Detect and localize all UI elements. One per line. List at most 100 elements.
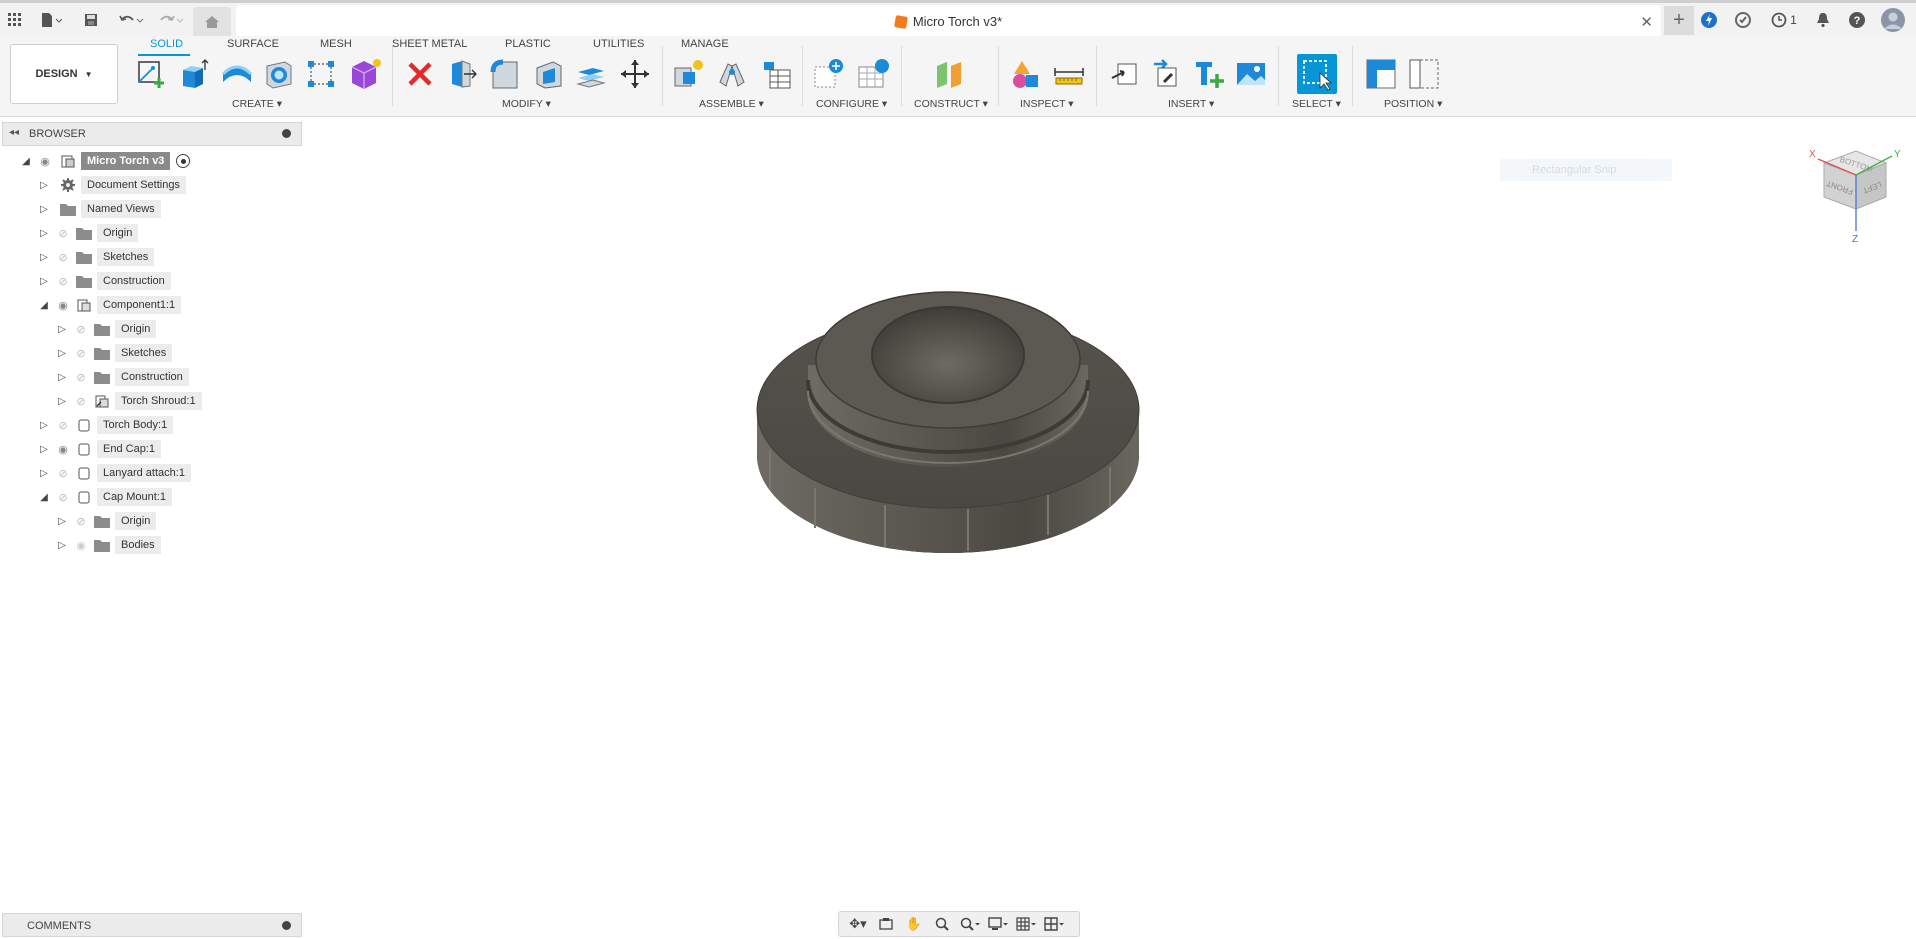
fit-zoom-icon[interactable]	[957, 914, 983, 934]
group-modify[interactable]: MODIFY ▾	[502, 98, 551, 110]
expand-triangle-icon[interactable]: ▷	[37, 466, 51, 480]
create-sketch-icon[interactable]	[133, 56, 169, 92]
undo-icon[interactable]	[114, 9, 148, 31]
visibility-eye-icon[interactable]: ◉	[73, 539, 89, 552]
job-status-icon[interactable]	[1732, 9, 1754, 31]
tree-item-torch-shroud[interactable]: ▷ ⊘ Torch Shroud:1	[55, 390, 202, 412]
tree-item-label[interactable]: Bodies	[115, 536, 161, 554]
tab-utilities[interactable]: UTILITIES	[593, 38, 644, 50]
select-tool-icon[interactable]	[1297, 54, 1337, 94]
visibility-eye-icon[interactable]: ◉	[55, 443, 71, 456]
activate-radio-icon[interactable]	[176, 154, 191, 168]
tree-item-label[interactable]: Document Settings	[81, 176, 186, 194]
grid-settings-icon[interactable]	[1013, 914, 1039, 934]
inspect-shapes-icon[interactable]	[1008, 56, 1044, 92]
tree-item-construction[interactable]: ▷ ⊘ Construction	[37, 270, 171, 292]
expand-triangle-icon[interactable]: ▷	[55, 394, 69, 408]
tree-item-torch-body[interactable]: ▷ ⊘ Torch Body:1	[37, 414, 174, 436]
expand-triangle-icon[interactable]: ▷	[37, 202, 51, 216]
tree-item-end-cap[interactable]: ▷ ◉ End Cap:1	[37, 438, 161, 460]
document-tab[interactable]: Micro Torch v3* ✕	[236, 5, 1661, 39]
insert-derive-icon[interactable]	[1106, 56, 1142, 92]
delete-icon[interactable]	[402, 56, 438, 92]
hidden-eye-icon[interactable]: ⊘	[55, 419, 71, 432]
insert-mcmaster-icon[interactable]	[1190, 56, 1226, 92]
group-position[interactable]: POSITION ▾	[1384, 98, 1442, 110]
tree-root[interactable]: ◢ ◉ Micro Torch v3	[19, 150, 191, 172]
tree-item-document-settings[interactable]: ▷ Document Settings	[37, 174, 186, 196]
configuration-table-icon[interactable]	[855, 56, 891, 92]
expand-triangle-icon[interactable]: ▷	[55, 346, 69, 360]
pan-hand-icon[interactable]: ✋	[901, 914, 927, 934]
expand-triangle-icon[interactable]: ▷	[55, 370, 69, 384]
insert-link-icon[interactable]	[1148, 56, 1184, 92]
help-icon[interactable]: ?	[1846, 9, 1868, 31]
tree-item-label[interactable]: Origin	[97, 224, 139, 242]
hidden-eye-icon[interactable]: ⊘	[55, 275, 71, 288]
display-settings-icon[interactable]	[985, 914, 1011, 934]
orbit-icon[interactable]: ✥▾	[845, 914, 871, 934]
workspace-switcher[interactable]: DESIGN ▼	[10, 44, 118, 104]
tree-item-label[interactable]: Component1:1	[97, 296, 182, 314]
group-create[interactable]: CREATE ▾	[232, 98, 282, 110]
tree-item-label[interactable]: Named Views	[81, 200, 161, 218]
expand-triangle-icon[interactable]: ▷	[37, 442, 51, 456]
tree-item-named-views[interactable]: ▷ Named Views	[37, 198, 161, 220]
collapse-triangle-icon[interactable]: ◢	[37, 490, 51, 504]
tree-item-label[interactable]: Origin	[115, 320, 157, 338]
tab-mesh[interactable]: MESH	[320, 38, 352, 50]
tree-root-label[interactable]: Micro Torch v3	[81, 152, 171, 170]
tab-solid[interactable]: SOLID	[150, 38, 183, 50]
tree-item-label[interactable]: Sketches	[97, 248, 155, 266]
expand-triangle-icon[interactable]: ▷	[37, 226, 51, 240]
tree-item-label[interactable]: Construction	[97, 272, 171, 290]
tree-item-label[interactable]: Cap Mount:1	[97, 488, 172, 506]
group-insert[interactable]: INSERT ▾	[1168, 98, 1214, 110]
file-menu-icon[interactable]	[36, 9, 66, 31]
expand-triangle-icon[interactable]: ▷	[37, 250, 51, 264]
hidden-eye-icon[interactable]: ⊘	[73, 347, 89, 360]
pattern-icon[interactable]	[303, 56, 339, 92]
tab-sheet-metal[interactable]: SHEET METAL	[392, 38, 467, 50]
new-component-icon[interactable]	[670, 56, 706, 92]
hidden-eye-icon[interactable]: ⊘	[73, 395, 89, 408]
avatar[interactable]	[1880, 7, 1906, 33]
group-assemble[interactable]: ASSEMBLE ▾	[699, 98, 764, 110]
hidden-eye-icon[interactable]: ⊘	[55, 251, 71, 264]
tab-plastic[interactable]: PLASTIC	[505, 38, 551, 50]
group-construct[interactable]: CONSTRUCT ▾	[914, 98, 988, 110]
tree-item-label[interactable]: Torch Shroud:1	[115, 392, 202, 410]
app-grid-icon[interactable]	[4, 9, 26, 31]
extensions-icon[interactable]	[1698, 9, 1720, 31]
tree-item-label[interactable]: Torch Body:1	[97, 416, 174, 434]
zoom-icon[interactable]	[929, 914, 955, 934]
hidden-eye-icon[interactable]: ⊘	[73, 515, 89, 528]
measure-icon[interactable]	[1051, 56, 1087, 92]
expand-triangle-icon[interactable]: ▷	[37, 418, 51, 432]
expand-triangle-icon[interactable]: ▷	[55, 322, 69, 336]
bill-of-materials-icon[interactable]	[758, 56, 794, 92]
browser-options-icon[interactable]	[282, 129, 291, 138]
view-cube[interactable]: BOTTOM FRONT LEFT X Y Z	[1806, 143, 1906, 243]
configure-icon[interactable]	[811, 56, 847, 92]
close-tab-icon[interactable]: ✕	[1640, 13, 1653, 31]
move-copy-icon[interactable]	[617, 56, 653, 92]
hidden-eye-icon[interactable]: ⊘	[73, 371, 89, 384]
viewports-icon[interactable]	[1041, 914, 1067, 934]
insert-canvas-icon[interactable]	[1233, 56, 1269, 92]
visibility-eye-icon[interactable]: ◉	[55, 299, 71, 312]
capture-position-icon[interactable]	[1363, 56, 1399, 92]
shell-icon[interactable]	[531, 56, 567, 92]
tree-item-label[interactable]: End Cap:1	[97, 440, 161, 458]
expand-triangle-icon[interactable]: ▷	[37, 178, 51, 192]
redo-icon[interactable]	[154, 9, 188, 31]
tree-item-origin[interactable]: ▷ ⊘ Origin	[55, 318, 157, 340]
tree-item-label[interactable]: Origin	[115, 512, 157, 530]
tree-item-label[interactable]: Sketches	[115, 344, 173, 362]
tree-item-sketches[interactable]: ▷ ⊘ Sketches	[55, 342, 173, 364]
create-form-icon[interactable]	[347, 56, 383, 92]
tree-item-component1[interactable]: ◢ ◉ Component1:1	[37, 294, 182, 316]
hidden-eye-icon[interactable]: ⊘	[55, 227, 71, 240]
bell-icon[interactable]	[1812, 9, 1834, 31]
joint-icon[interactable]	[714, 56, 750, 92]
